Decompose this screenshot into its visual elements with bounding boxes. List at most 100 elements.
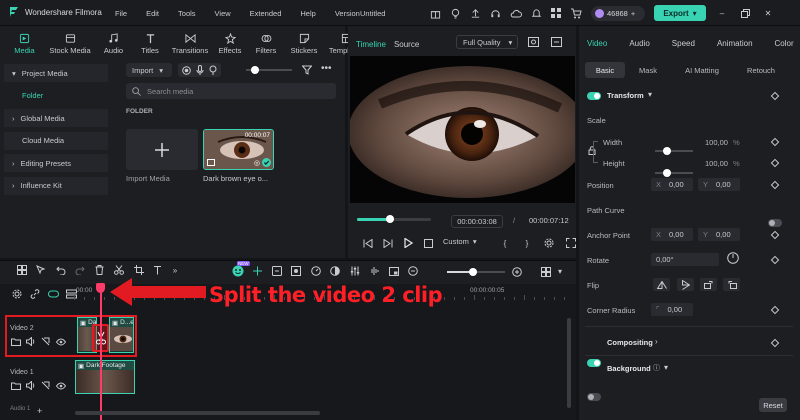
height-value[interactable]: 100,00: [705, 159, 728, 168]
scissors-split-icon[interactable]: [110, 265, 130, 275]
height-slider-knob[interactable]: [663, 169, 671, 177]
gift-icon[interactable]: [430, 8, 441, 19]
lightbulb-icon[interactable]: [450, 8, 461, 19]
menu-edit[interactable]: Edit: [146, 9, 159, 18]
subtab-retouch[interactable]: Retouch: [733, 62, 789, 78]
minimize-icon[interactable]: –: [715, 9, 729, 18]
motion-track-icon[interactable]: [287, 266, 307, 276]
tab-source[interactable]: Source: [394, 40, 419, 49]
track-settings-icon[interactable]: [8, 289, 26, 299]
filter-funnel-icon[interactable]: [302, 65, 312, 75]
audio-mixer-icon[interactable]: [345, 266, 365, 276]
lock-icon[interactable]: [38, 381, 53, 390]
microphone-icon[interactable]: [196, 65, 204, 75]
tab-stock-media[interactable]: Stock Media: [45, 30, 95, 58]
more-chevron-icon[interactable]: »: [168, 266, 182, 275]
marker-icon[interactable]: [267, 266, 287, 276]
anchor-x-field[interactable]: X 0,00: [651, 228, 693, 241]
snap-icon[interactable]: [248, 266, 268, 276]
subtab-basic[interactable]: Basic: [585, 62, 625, 78]
cloud-icon[interactable]: [510, 8, 522, 19]
search-field[interactable]: Search media: [126, 83, 336, 99]
tab-audio[interactable]: Audio: [95, 30, 132, 58]
tab-filters[interactable]: Filters: [248, 30, 284, 58]
video-preview[interactable]: [350, 56, 575, 203]
tab-audio-props[interactable]: Audio: [629, 39, 649, 48]
tab-effects[interactable]: Effects: [212, 30, 248, 58]
headset-icon[interactable]: [490, 8, 501, 19]
menu-tools[interactable]: Tools: [178, 9, 196, 18]
flip-horizontal-button[interactable]: [653, 278, 670, 291]
tab-titles[interactable]: Titles: [132, 30, 168, 58]
tab-stickers[interactable]: Stickers: [284, 30, 324, 58]
menu-version[interactable]: Version: [335, 9, 360, 18]
play-icon[interactable]: [398, 238, 418, 248]
sidebar-item-project-media[interactable]: ▾ Project Media: [4, 64, 108, 82]
menu-help[interactable]: Help: [300, 9, 315, 18]
crop-icon[interactable]: [129, 265, 149, 275]
media-clip-thumbnail[interactable]: 00:00:07 ◎: [203, 129, 274, 170]
notification-icon[interactable]: [531, 8, 542, 19]
grid-layout-icon[interactable]: [12, 265, 32, 275]
delete-icon[interactable]: [90, 265, 110, 275]
speed-icon[interactable]: [306, 266, 326, 276]
sidebar-item-folder[interactable]: Folder: [4, 87, 108, 105]
sidebar-item-influence-kit[interactable]: › Influence Kit: [4, 176, 108, 195]
record-icon[interactable]: [182, 65, 191, 75]
tab-color[interactable]: Color: [775, 39, 794, 48]
chevron-down-icon[interactable]: ▾: [664, 363, 668, 372]
speaker-icon[interactable]: [23, 381, 38, 390]
export-button[interactable]: Export ▾: [654, 5, 706, 21]
ai-copilot-icon[interactable]: NEW: [228, 261, 250, 277]
background-toggle[interactable]: [587, 393, 601, 401]
timeline-vertical-scrollbar[interactable]: [567, 318, 571, 408]
tab-video[interactable]: Video: [587, 39, 607, 48]
snapshot-icon[interactable]: [528, 37, 539, 47]
menu-extended[interactable]: Extended: [250, 9, 282, 18]
compositing-toggle[interactable]: [587, 359, 601, 367]
cart-icon[interactable]: [570, 8, 582, 19]
tab-timeline[interactable]: Timeline: [356, 40, 386, 49]
rotate-field[interactable]: 0,00°: [651, 253, 719, 266]
reset-button[interactable]: Reset: [759, 398, 787, 412]
timeline-horizontal-scrollbar[interactable]: [75, 411, 320, 415]
tab-speed[interactable]: Speed: [672, 39, 695, 48]
zoom-out-icon[interactable]: [404, 266, 424, 276]
width-slider[interactable]: [655, 147, 693, 155]
menu-file[interactable]: File: [115, 9, 127, 18]
timeline-zoom-knob[interactable]: [469, 268, 477, 276]
thumbnail-size-knob[interactable]: [251, 66, 259, 74]
import-media-tile[interactable]: [126, 129, 198, 170]
flip-vertical-button[interactable]: [677, 278, 694, 291]
height-slider[interactable]: [655, 169, 693, 177]
chevron-down-icon[interactable]: ▾: [648, 90, 652, 99]
next-frame-icon[interactable]: [378, 238, 398, 248]
timeline-clip-video1[interactable]: ▣ Dark Footage: [75, 360, 135, 394]
width-value[interactable]: 100,00: [705, 138, 728, 147]
audio-waveform-icon[interactable]: [365, 266, 385, 276]
corner-radius-field[interactable]: ⌜ 0,00: [651, 303, 693, 316]
position-x-field[interactable]: X 0,00: [651, 178, 693, 191]
magnet-snap-icon[interactable]: [44, 289, 62, 299]
rotate-left-button[interactable]: [700, 278, 717, 291]
path-curve-toggle[interactable]: [768, 219, 782, 227]
rotate-dial-icon[interactable]: [727, 252, 739, 264]
playhead-handle[interactable]: [96, 283, 105, 293]
mark-in-icon[interactable]: {: [494, 239, 516, 248]
menu-view[interactable]: View: [215, 9, 231, 18]
grid-apps-icon[interactable]: [551, 8, 561, 18]
tab-transitions[interactable]: Transitions: [168, 30, 212, 58]
color-match-icon[interactable]: [326, 266, 346, 276]
custom-dropdown[interactable]: Custom ▾: [443, 237, 477, 246]
stop-icon[interactable]: [418, 238, 438, 248]
picture-in-picture-icon[interactable]: [384, 266, 404, 276]
tab-media[interactable]: Media: [4, 30, 45, 58]
transform-toggle[interactable]: [587, 92, 601, 100]
subtab-mask[interactable]: Mask: [625, 62, 671, 78]
visibility-eye-icon[interactable]: [53, 382, 68, 390]
redo-icon[interactable]: [71, 266, 91, 275]
link-icon[interactable]: [26, 289, 44, 299]
location-pin-icon[interactable]: [209, 65, 217, 75]
help-icon[interactable]: ⓘ: [653, 363, 660, 373]
chevron-down-icon[interactable]: ▾: [558, 267, 562, 276]
